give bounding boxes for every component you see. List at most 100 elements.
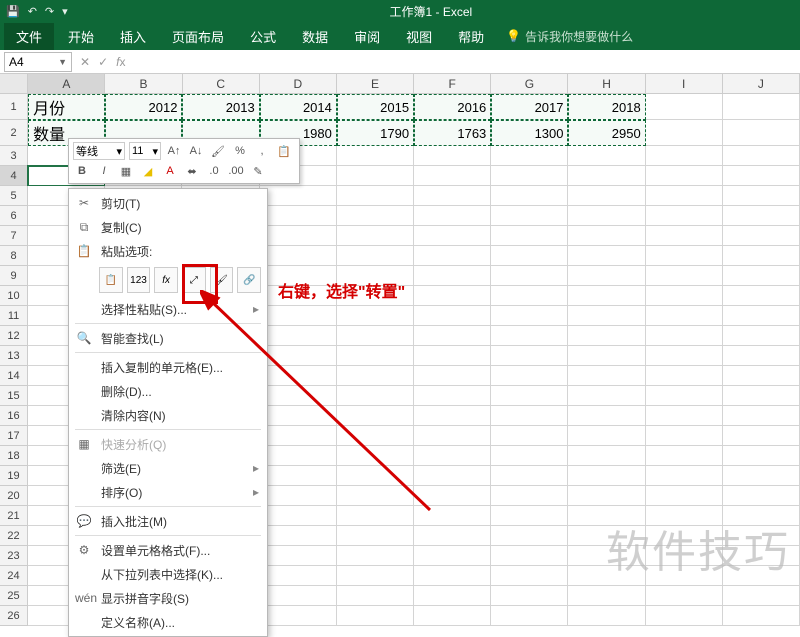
col-header[interactable]: A [28, 74, 105, 93]
row-header[interactable]: 26 [0, 606, 28, 626]
tab-home[interactable]: 开始 [56, 23, 106, 50]
cell[interactable] [568, 286, 645, 306]
cell[interactable] [414, 326, 491, 346]
cell[interactable] [337, 426, 414, 446]
cell[interactable] [491, 186, 568, 206]
formula-bar[interactable]: ✕ ✓ fx [80, 55, 125, 69]
cell[interactable] [414, 166, 491, 186]
row-header[interactable]: 1 [0, 94, 28, 120]
cell[interactable] [414, 486, 491, 506]
cell[interactable] [260, 366, 337, 386]
cell[interactable] [646, 146, 723, 166]
cell[interactable] [337, 546, 414, 566]
cell[interactable] [491, 226, 568, 246]
decrease-font-icon[interactable]: A↓ [187, 142, 205, 160]
cell[interactable] [646, 386, 723, 406]
ctx-copy[interactable]: ⧉复制(C) [69, 215, 267, 239]
cell[interactable] [646, 466, 723, 486]
cell[interactable] [723, 306, 800, 326]
cell[interactable] [414, 186, 491, 206]
row-header[interactable]: 15 [0, 386, 28, 406]
cell[interactable] [260, 546, 337, 566]
row-header[interactable]: 5 [0, 186, 28, 206]
cell[interactable] [723, 120, 800, 146]
format-painter-icon[interactable]: 📋 [275, 142, 293, 160]
cell[interactable] [723, 606, 800, 626]
cell[interactable] [491, 286, 568, 306]
row-header[interactable]: 18 [0, 446, 28, 466]
cell[interactable] [414, 246, 491, 266]
cell[interactable] [260, 386, 337, 406]
cell[interactable] [491, 366, 568, 386]
cell[interactable] [646, 346, 723, 366]
percent-icon[interactable]: % [231, 142, 249, 160]
bold-icon[interactable]: B [73, 162, 91, 180]
paste-formulas-button[interactable]: fx [154, 267, 178, 293]
cell[interactable] [646, 266, 723, 286]
col-header[interactable]: B [105, 74, 182, 93]
cell[interactable] [260, 586, 337, 606]
row-header[interactable]: 17 [0, 426, 28, 446]
cell[interactable] [414, 226, 491, 246]
cell[interactable] [337, 566, 414, 586]
cell[interactable] [646, 206, 723, 226]
ctx-show-phonetic[interactable]: wén显示拼音字段(S) [69, 586, 267, 610]
font-select[interactable]: 等线▾ [73, 142, 125, 160]
cell[interactable] [723, 286, 800, 306]
cell[interactable] [723, 246, 800, 266]
cell[interactable] [337, 406, 414, 426]
cell[interactable] [491, 546, 568, 566]
cell[interactable] [646, 426, 723, 446]
row-header[interactable]: 3 [0, 146, 28, 166]
cell[interactable] [723, 466, 800, 486]
cell[interactable] [568, 246, 645, 266]
ctx-format-cells[interactable]: ⚙设置单元格格式(F)... [69, 538, 267, 562]
col-header[interactable]: H [568, 74, 645, 93]
qat-dropdown-icon[interactable]: ▾ [62, 5, 68, 18]
cell[interactable]: 2016 [414, 94, 491, 120]
cell[interactable] [491, 386, 568, 406]
row-header[interactable]: 14 [0, 366, 28, 386]
cell[interactable] [260, 566, 337, 586]
row-header[interactable]: 24 [0, 566, 28, 586]
cell[interactable] [491, 246, 568, 266]
cell[interactable] [491, 526, 568, 546]
cell[interactable] [646, 406, 723, 426]
cell[interactable] [723, 94, 800, 120]
col-header[interactable]: I [646, 74, 723, 93]
redo-icon[interactable]: ↷ [45, 5, 54, 18]
cell[interactable] [491, 586, 568, 606]
merge-icon[interactable]: ⬌ [183, 162, 201, 180]
save-icon[interactable]: 💾 [6, 5, 20, 18]
cell[interactable] [414, 286, 491, 306]
increase-font-icon[interactable]: A↑ [165, 142, 183, 160]
cell[interactable] [491, 406, 568, 426]
cell[interactable] [337, 486, 414, 506]
cell[interactable] [723, 226, 800, 246]
cell[interactable] [491, 146, 568, 166]
ctx-insert-comment[interactable]: 💬插入批注(M) [69, 509, 267, 533]
cell[interactable] [723, 406, 800, 426]
tab-formula[interactable]: 公式 [238, 23, 288, 50]
cell[interactable] [337, 466, 414, 486]
cell[interactable]: 2018 [568, 94, 645, 120]
cell[interactable] [337, 206, 414, 226]
cell[interactable] [723, 386, 800, 406]
paste-all-button[interactable]: 📋 [99, 267, 123, 293]
cell[interactable] [491, 466, 568, 486]
cell[interactable] [568, 466, 645, 486]
cell[interactable] [260, 446, 337, 466]
cell[interactable] [337, 366, 414, 386]
cell[interactable] [646, 446, 723, 466]
cell[interactable] [568, 486, 645, 506]
cell[interactable] [414, 466, 491, 486]
cell[interactable] [414, 606, 491, 626]
cell[interactable] [414, 586, 491, 606]
cell[interactable] [568, 146, 645, 166]
undo-icon[interactable]: ↶ [28, 5, 37, 18]
cell[interactable] [414, 526, 491, 546]
cell[interactable] [646, 166, 723, 186]
row-header[interactable]: 7 [0, 226, 28, 246]
select-all-corner[interactable] [0, 74, 28, 93]
cell[interactable] [260, 226, 337, 246]
